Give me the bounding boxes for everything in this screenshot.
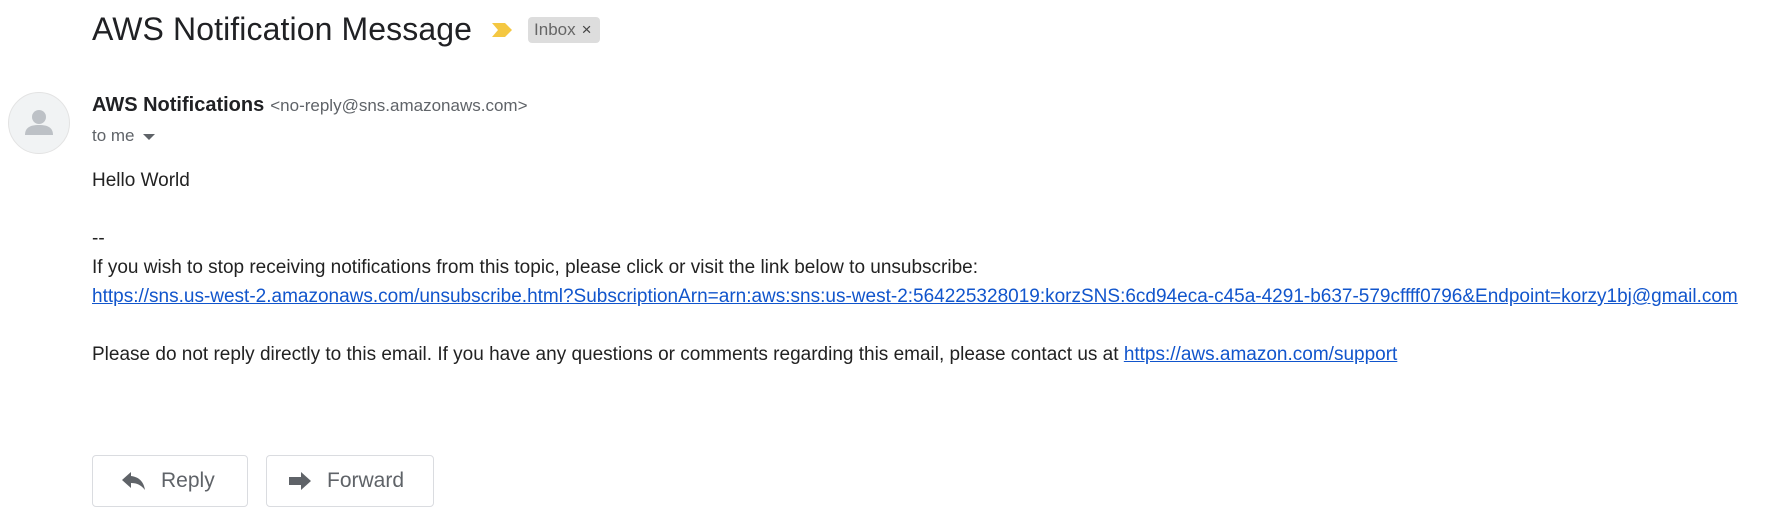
sender-row: AWS Notifications <no-reply@sns.amazonaw… — [92, 94, 528, 117]
forward-arrow-icon — [289, 472, 311, 490]
body-separator: -- — [92, 228, 105, 249]
forward-label: Forward — [327, 469, 405, 492]
unsubscribe-text: If you wish to stop receiving notificati… — [92, 257, 979, 278]
sender-email: <no-reply@sns.amazonaws.com> — [270, 96, 528, 115]
email-view: AWS Notification Message Inbox × AWS Not… — [0, 0, 1790, 525]
reply-button[interactable]: Reply — [92, 455, 248, 507]
reply-label: Reply — [161, 469, 215, 492]
contact-paragraph: Please do not reply directly to this ema… — [92, 340, 1738, 369]
label-chip-text: Inbox — [534, 20, 576, 39]
recipient-row: to me — [92, 126, 155, 146]
contact-text: Please do not reply directly to this ema… — [92, 344, 1124, 365]
importance-marker-icon[interactable] — [490, 21, 514, 39]
chevron-down-icon[interactable] — [142, 134, 155, 140]
unsubscribe-link[interactable]: https://sns.us-west-2.amazonaws.com/unsu… — [92, 286, 1738, 307]
subject-row: AWS Notification Message Inbox × — [92, 6, 600, 52]
default-avatar-icon — [8, 92, 70, 154]
remove-label-button[interactable]: × — [582, 20, 592, 40]
support-link[interactable]: https://aws.amazon.com/support — [1124, 344, 1398, 365]
email-subject: AWS Notification Message — [92, 10, 473, 47]
body-greeting: Hello World — [92, 170, 190, 191]
recipient-label: to me — [92, 126, 135, 145]
forward-button[interactable]: Forward — [266, 455, 434, 507]
email-body: Hello World -- If you wish to stop recei… — [92, 166, 1738, 369]
inbox-label-chip: Inbox × — [528, 17, 600, 43]
sender-name[interactable]: AWS Notifications — [92, 94, 264, 117]
reply-arrow-icon — [122, 472, 145, 490]
